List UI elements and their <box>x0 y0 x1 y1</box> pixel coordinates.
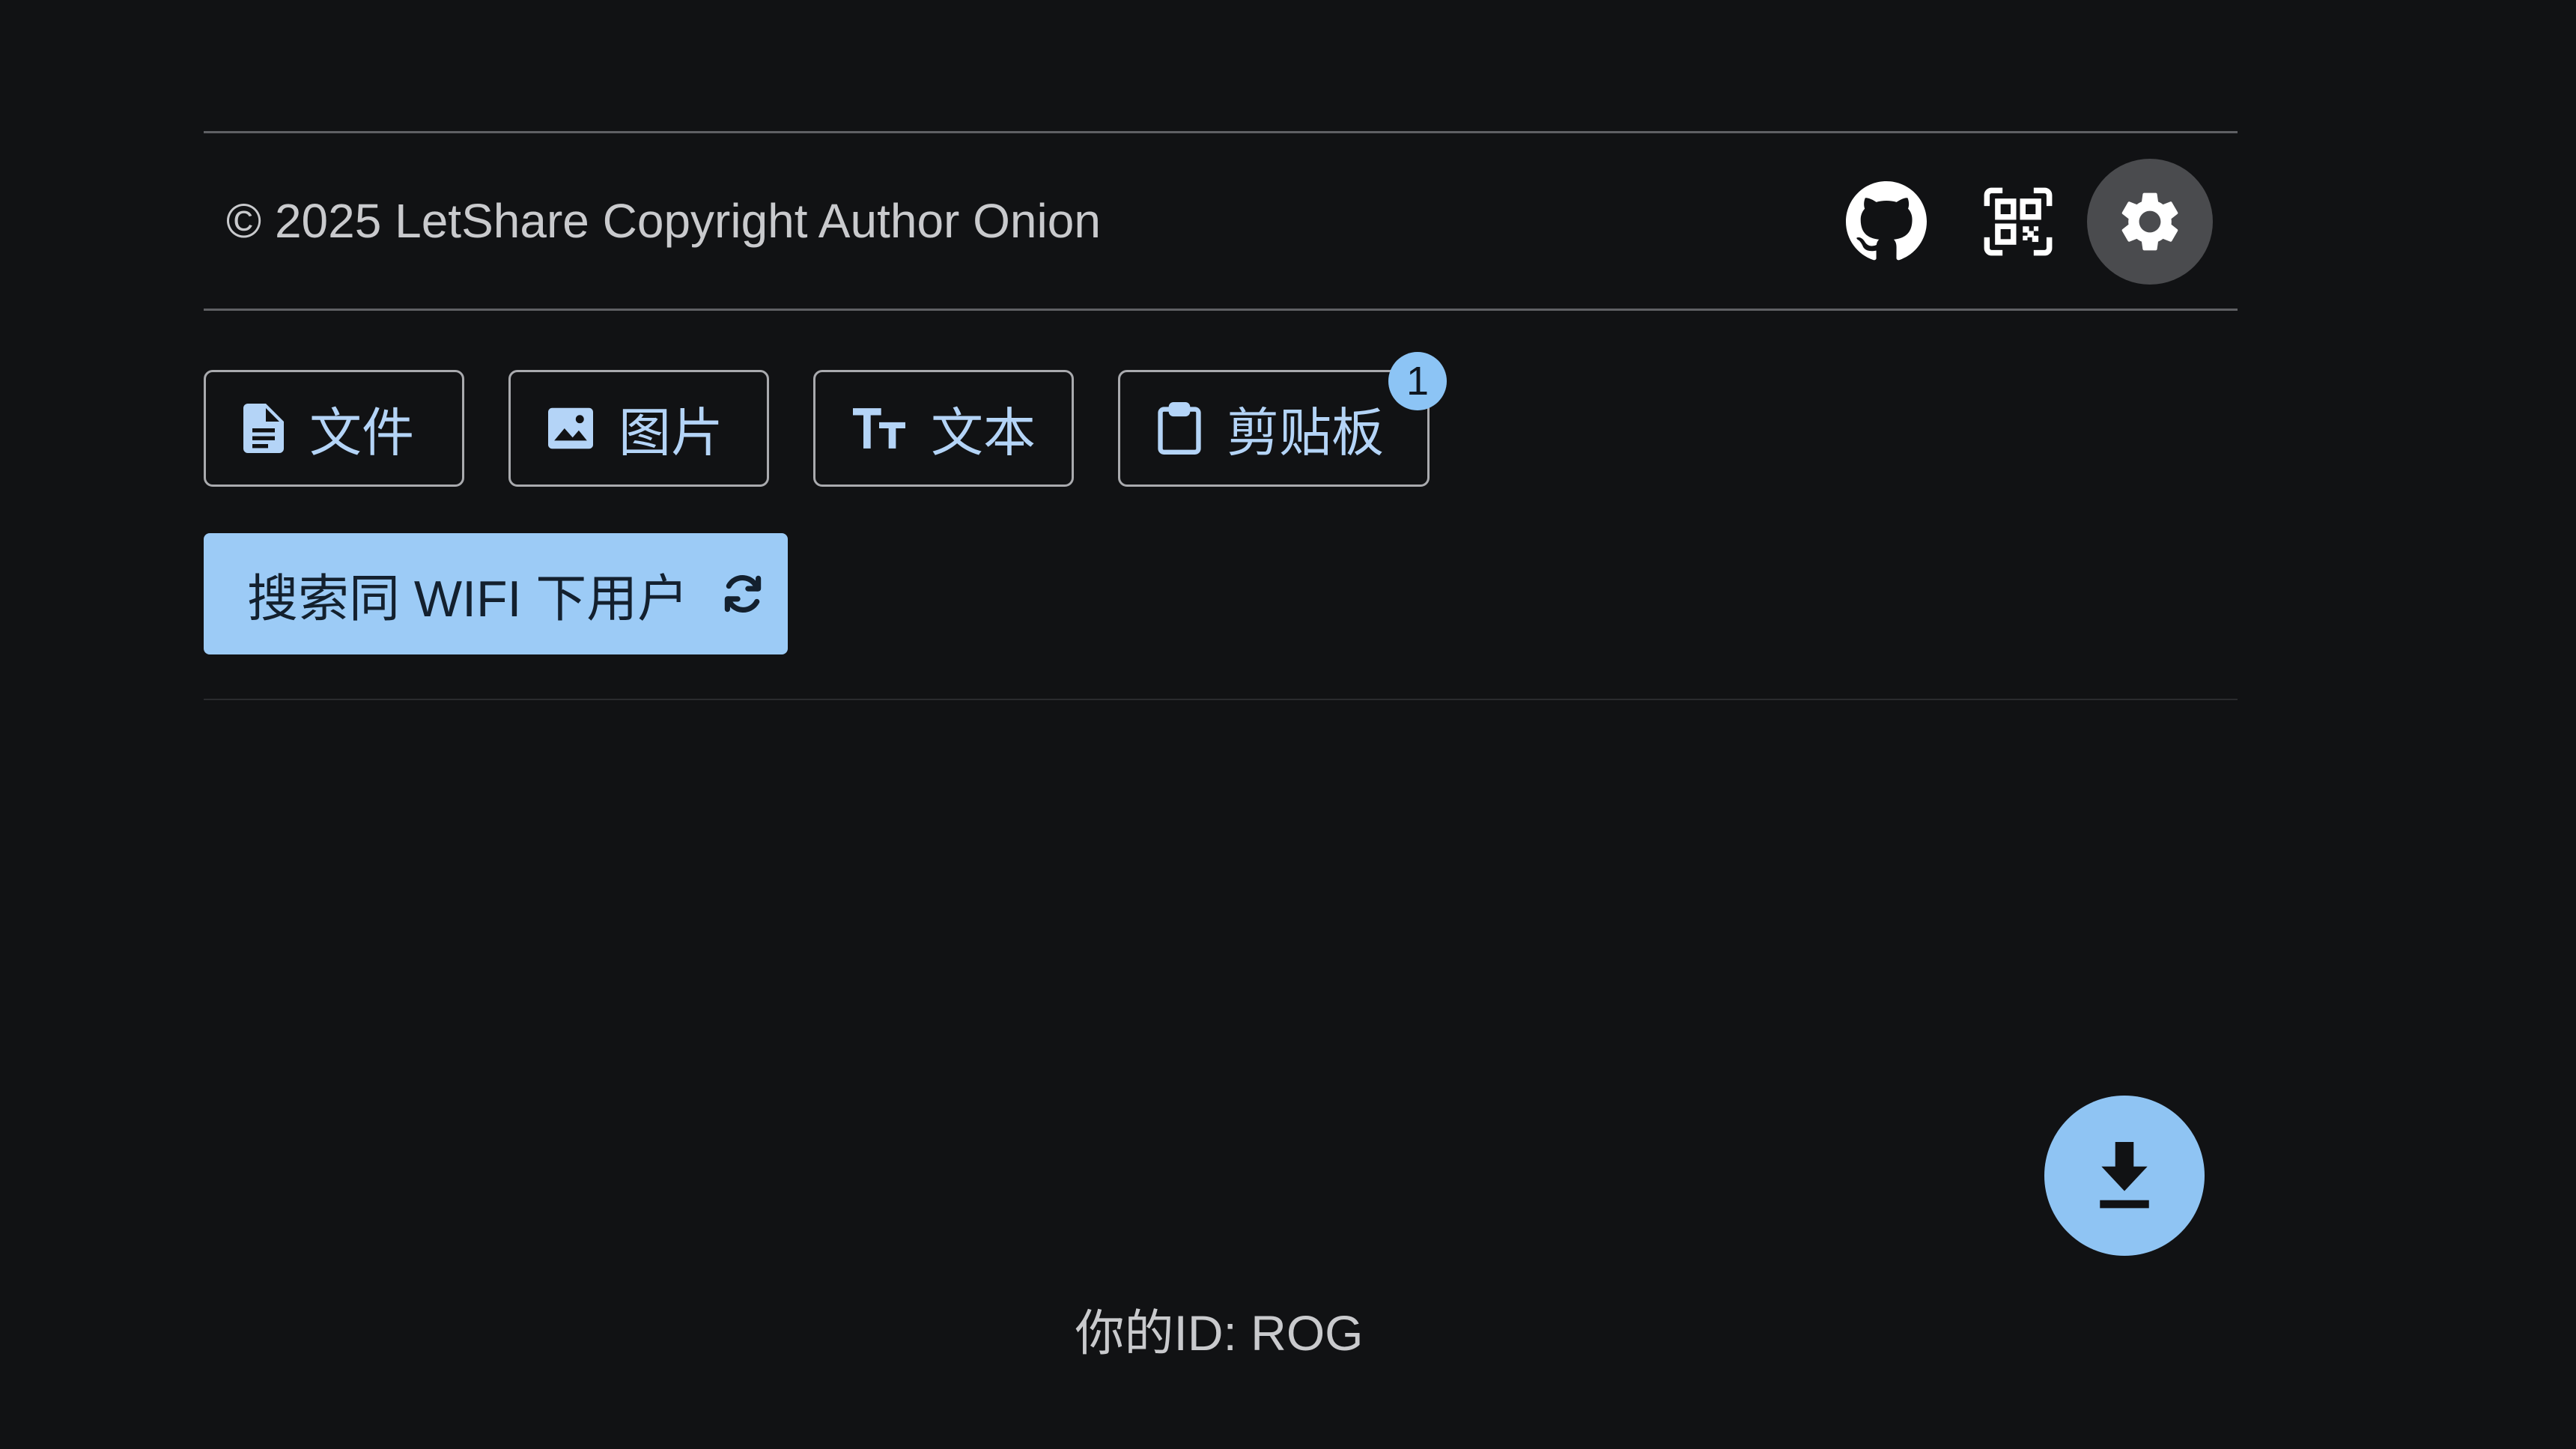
header-top-divider <box>204 131 2238 133</box>
app-root: © 2025 LetShare Copyright Author Onion 文… <box>0 0 2576 1449</box>
github-icon <box>1846 181 1927 261</box>
text-size-icon <box>853 408 905 449</box>
gear-icon <box>2121 192 2178 251</box>
content-divider <box>204 699 2238 700</box>
clipboard-button[interactable]: 剪贴板 <box>1118 370 1430 487</box>
image-button[interactable]: 图片 <box>508 370 769 487</box>
download-icon <box>2100 1142 2149 1209</box>
text-button[interactable]: 文本 <box>813 370 1074 487</box>
my-id-text: 你的ID: ROG <box>1075 1305 1364 1361</box>
text-button-label: 文本 <box>931 403 1036 462</box>
file-button[interactable]: 文件 <box>204 370 464 487</box>
refresh-icon <box>725 574 762 613</box>
search-wifi-users-button[interactable]: 搜索同 WIFI 下用户 <box>204 533 788 654</box>
receive-download-button[interactable] <box>2044 1096 2205 1256</box>
copyright-text: © 2025 LetShare Copyright Author Onion <box>226 194 1101 248</box>
search-button-label: 搜索同 WIFI 下用户 <box>247 570 689 628</box>
file-icon <box>243 404 284 453</box>
qr-code-icon <box>1984 187 2053 256</box>
image-button-label: 图片 <box>619 403 723 462</box>
qr-code-button[interactable] <box>1955 159 2081 285</box>
clipboard-count-badge: 1 <box>1388 352 1447 410</box>
header-bottom-divider <box>204 309 2238 311</box>
github-button[interactable] <box>1823 159 1949 285</box>
clipboard-icon <box>1158 402 1201 455</box>
image-icon <box>548 407 593 449</box>
file-button-label: 文件 <box>309 403 414 462</box>
settings-button[interactable] <box>2087 159 2213 285</box>
clipboard-button-label: 剪贴板 <box>1227 403 1384 462</box>
